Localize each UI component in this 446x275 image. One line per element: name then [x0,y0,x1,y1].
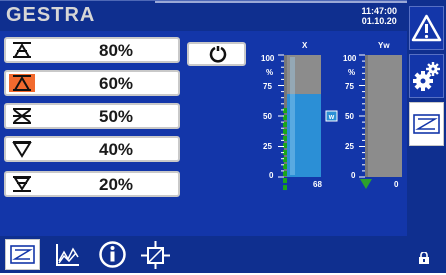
x-value: 68 [313,180,322,189]
info-tab[interactable] [95,239,130,270]
yw-tick-50: 50 [345,112,354,121]
valve-down-icon [12,141,32,158]
clock: 11:47:00 01.10.20 [361,6,397,26]
refresh-button[interactable] [187,42,246,66]
x-gauge-ticks [278,54,284,178]
valve-actuator-icon [141,241,170,269]
yw-gauge-title: Yw [378,41,390,50]
x-tick-75: 75 [263,82,272,91]
trend-tab[interactable] [50,239,85,270]
brand-logo: GESTRA [6,4,96,26]
warning-button[interactable] [409,6,444,50]
x-tick-0: 0 [269,171,274,180]
x-green-segment [283,185,287,191]
valve-symbol-icon [13,42,31,58]
valve-crossed-icon [13,108,31,124]
lock-icon [419,252,429,264]
x-green-segment [283,108,287,114]
x-green-segment [283,143,287,149]
valve-row-4-percent: 40% [98,140,134,159]
x-green-segment [283,129,287,135]
valve-row-3-percent: 50% [98,107,134,126]
right-toolbar [407,0,446,236]
x-tick-25: 25 [263,142,272,151]
clock-time: 11:47:00 [361,6,397,16]
valve-screen-icon [413,114,440,134]
valve-screen-tab[interactable] [5,239,40,270]
x-green-segment [283,122,287,128]
x-green-segment [283,171,287,177]
yw-gauge-ticks [359,54,365,178]
yw-gauge-axis [365,55,368,177]
x-gauge-shine [290,57,295,175]
screen: GESTRA 11:47:00 01.10.20 80% 60% 50% 40%… [0,0,446,273]
yw-unit: % [348,68,356,77]
valve-down-bar-icon [13,176,31,192]
valve-row-3[interactable]: 50% [4,103,180,129]
x-tick-100: 100 [261,54,275,63]
settings-gears-icon [413,62,440,91]
settings-button[interactable] [409,54,444,98]
yw-tick-75: 75 [345,82,354,91]
warning-icon [411,14,442,42]
w-setpoint-marker: w [325,110,338,122]
yw-tick-0: 0 [351,171,356,180]
valve-row-2[interactable]: 60% [4,70,180,96]
w-marker-label: w [328,114,335,121]
x-unit: % [266,68,274,77]
header-accent-line [155,1,407,3]
x-tick-50: 50 [263,112,272,121]
x-green-segment [283,178,287,184]
x-gauge-title: X [302,41,308,50]
valve-row-1-percent: 80% [98,41,134,60]
bottom-toolbar [0,236,446,273]
yw-tick-25: 25 [345,142,354,151]
gauges-panel: w X Yw 100 % 75 50 25 0 68 100 % 75 50 2… [250,31,407,236]
header-bar: GESTRA 11:47:00 01.10.20 [0,0,407,31]
valve-symbol-orange-icon [9,74,35,92]
main-panel: 80% 60% 50% 40% 20% w X Yw 100 % 75 50 2… [0,31,407,236]
yw-tick-100: 100 [343,54,357,63]
valve-row-5[interactable]: 20% [4,171,180,197]
yw-triangle-marker [360,179,372,189]
clock-date: 01.10.20 [361,16,397,26]
valve-row-5-percent: 20% [98,175,134,194]
valve-screen-icon [10,245,35,264]
trend-chart-icon [56,244,79,266]
valve-screen-side-button[interactable] [409,102,444,146]
yw-gauge-track [368,55,402,177]
valve-row-1[interactable]: 80% [4,37,180,63]
info-icon [99,241,126,268]
yw-value: 0 [394,180,399,189]
valve-row-2-percent: 60% [98,74,134,93]
valve-row-4[interactable]: 40% [4,136,180,162]
power-cycle-icon [209,46,227,63]
actuator-tab[interactable] [138,239,173,270]
x-green-segment [283,157,287,163]
